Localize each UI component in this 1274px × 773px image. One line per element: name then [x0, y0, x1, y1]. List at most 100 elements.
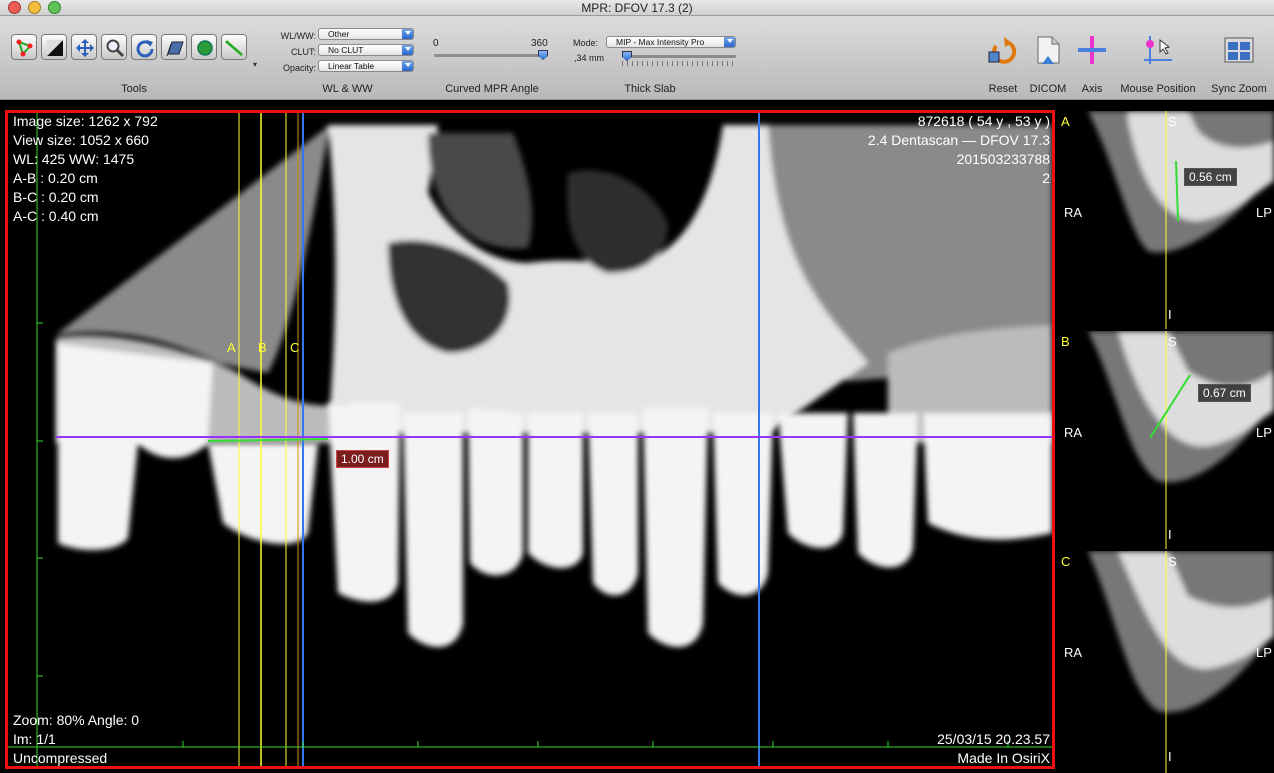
- zoom-tool-button[interactable]: [101, 34, 127, 60]
- opacity-select-value: Linear Table: [328, 61, 375, 71]
- wl-ww-tool-button[interactable]: [41, 34, 67, 60]
- side-view-a-superior: S: [1168, 114, 1177, 129]
- pan-tool-button[interactable]: [71, 34, 97, 60]
- oval-tool-button[interactable]: [191, 34, 217, 60]
- axis-button[interactable]: Axis: [1076, 34, 1108, 95]
- sync-zoom-button[interactable]: Sync Zoom: [1211, 34, 1267, 95]
- side-view-b-left-posterior: LP: [1256, 425, 1272, 440]
- dicom-label: DICOM: [1029, 83, 1067, 95]
- wlww-select-value: Other: [328, 29, 350, 39]
- axis-label: Axis: [1081, 83, 1103, 95]
- oval-tool-icon: [197, 40, 213, 56]
- tools-menu-chevron-icon[interactable]: ▾: [253, 60, 257, 69]
- side-view-b[interactable]: B S I RA LP 0.67 cm: [1058, 331, 1274, 549]
- side-view-c-tag: C: [1061, 554, 1071, 569]
- side-view-b-image: [1088, 331, 1274, 549]
- series-number-text: 2: [1042, 170, 1050, 186]
- ct-image: [8, 113, 1052, 766]
- dicom-button[interactable]: DICOM: [1030, 34, 1066, 95]
- ruler-tool-button[interactable]: [221, 34, 247, 60]
- chevron-down-icon: [724, 37, 735, 47]
- chevron-down-icon: [402, 45, 413, 55]
- tools-group-label: Tools: [121, 83, 147, 95]
- side-view-a-tag: A: [1061, 114, 1070, 129]
- zoom-tool-icon: [106, 39, 125, 58]
- side-view-c-right-anterior: RA: [1064, 645, 1083, 660]
- window-title: MPR: DFOV 17.3 (2): [581, 1, 693, 15]
- side-view-a-left-posterior: LP: [1256, 205, 1272, 220]
- curved-angle-min: 0: [433, 38, 439, 49]
- chevron-down-icon: [402, 29, 413, 39]
- clut-select[interactable]: No CLUT: [318, 44, 414, 56]
- image-size-text: Image size: 1262 x 792: [13, 113, 158, 129]
- side-view-c[interactable]: C S I RA LP: [1058, 551, 1274, 773]
- distance-ac-text: A-C : 0.40 cm: [13, 208, 99, 224]
- slice-label-b: B: [258, 340, 267, 355]
- axis-icon: [1078, 36, 1106, 64]
- roi-tool-icon: [16, 39, 33, 57]
- wlww-group-label: WL & WW: [322, 83, 373, 95]
- wl-ww-tool-icon: [47, 40, 63, 56]
- slab-thickness-slider-track[interactable]: [622, 55, 736, 58]
- slab-ticks: [622, 61, 736, 66]
- pan-tool-icon: [76, 39, 94, 57]
- stack-tool-icon: [166, 41, 184, 57]
- top-left-info: Image size: 1262 x 792 View size: 1052 x…: [13, 113, 158, 226]
- sync-zoom-label: Sync Zoom: [1211, 83, 1267, 95]
- slab-thickness-slider-knob[interactable]: [622, 51, 632, 61]
- side-view-b-inferior: I: [1168, 527, 1172, 542]
- side-view-b-right-anterior: RA: [1064, 425, 1083, 440]
- measurement-label[interactable]: 1.00 cm: [336, 450, 389, 468]
- mouse-position-button[interactable]: Mouse Position: [1120, 34, 1196, 95]
- top-right-info: 872618 ( 54 y , 53 y ) 2.4 Dentascan — D…: [868, 113, 1050, 188]
- side-view-c-superior: S: [1168, 554, 1177, 569]
- reset-label: Reset: [988, 83, 1018, 95]
- opacity-select[interactable]: Linear Table: [318, 60, 414, 72]
- reset-icon: [988, 37, 1017, 64]
- slab-thickness-value: ,34 mm: [574, 53, 605, 63]
- main-mpr-view[interactable]: Image size: 1262 x 792 View size: 1052 x…: [5, 110, 1055, 769]
- rotate-tool-icon: [136, 40, 154, 58]
- curved-angle-slider-track[interactable]: [434, 54, 548, 57]
- side-view-a[interactable]: A S I RA LP 0.56 cm: [1058, 111, 1274, 329]
- mouse-position-label: Mouse Position: [1120, 83, 1196, 95]
- mouse-position-icon: [1144, 36, 1172, 64]
- slab-mode-select-value: MIP - Max Intensity Pro: [616, 37, 705, 47]
- roi-tool-button[interactable]: [11, 34, 37, 60]
- made-in-text: Made In OsiriX: [957, 750, 1050, 766]
- curved-angle-group-label: Curved MPR Angle: [445, 83, 539, 95]
- wl-ww-text: WL: 425 WW: 1475: [13, 151, 135, 167]
- chevron-down-icon: [402, 61, 413, 71]
- stack-tool-button[interactable]: [161, 34, 187, 60]
- side-view-c-inferior: I: [1168, 749, 1172, 764]
- view-size-text: View size: 1052 x 660: [13, 132, 149, 148]
- slice-label-a: A: [227, 340, 236, 355]
- side-view-a-inferior: I: [1168, 307, 1172, 322]
- ruler-tool-icon: [225, 40, 243, 56]
- side-view-c-image: [1088, 551, 1274, 773]
- side-view-b-measurement[interactable]: 0.67 cm: [1198, 384, 1251, 402]
- slab-mode-select[interactable]: MIP - Max Intensity Pro: [606, 36, 736, 48]
- study-id-text: 201503233788: [956, 151, 1050, 167]
- curved-angle-slider-knob[interactable]: [538, 50, 548, 60]
- opacity-label: Opacity:: [282, 63, 316, 73]
- rotate-tool-button[interactable]: [131, 34, 157, 60]
- side-view-b-tag: B: [1061, 334, 1070, 349]
- distance-bc-text: B-C : 0.20 cm: [13, 189, 99, 205]
- zoom-angle-text: Zoom: 80% Angle: 0: [13, 712, 140, 728]
- slab-group-label: Thick Slab: [624, 83, 676, 95]
- side-view-a-right-anterior: RA: [1064, 205, 1083, 220]
- clut-select-value: No CLUT: [328, 45, 364, 55]
- side-view-a-measurement[interactable]: 0.56 cm: [1184, 168, 1237, 186]
- slab-mode-label: Mode:: [572, 38, 598, 48]
- dicom-icon: [1037, 36, 1060, 64]
- sync-zoom-icon: [1224, 37, 1254, 63]
- clut-label: CLUT:: [290, 47, 316, 57]
- bottom-right-info: 25/03/15 20.23.57 Made In OsiriX: [937, 730, 1050, 766]
- slice-label-c: C: [290, 340, 300, 355]
- reset-button[interactable]: Reset: [987, 34, 1019, 95]
- toolbar: ▾ Tools WL/WW: Other CLUT: No CLUT Opaci…: [0, 16, 1274, 100]
- wlww-select[interactable]: Other: [318, 28, 414, 40]
- wlww-label: WL/WW:: [280, 31, 316, 41]
- distance-ab-text: A-B : 0.20 cm: [13, 170, 98, 186]
